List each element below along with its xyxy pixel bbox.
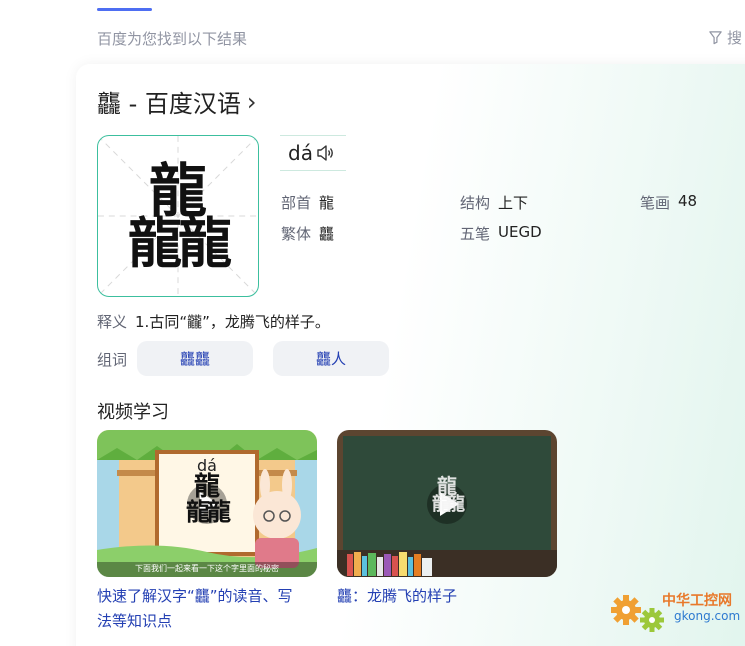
filter-icon [709, 31, 722, 45]
attr-strokes: 笔画 48 [640, 192, 697, 213]
big-character: 龍 龍龍 [98, 136, 258, 296]
attr-strokes-key: 笔画 [640, 194, 671, 212]
attr-wubi: 五笔 UEGD [460, 223, 542, 244]
video-title-2-line1: 龘：龙腾飞的样子 [337, 587, 458, 605]
word-chip[interactable]: 龘人 [273, 341, 389, 376]
attr-radical-value: 龍 [319, 194, 335, 212]
character-glyph-box: 龍 龍龍 [97, 135, 259, 297]
video-title-2[interactable]: 龘：龙腾飞的样子 [337, 584, 552, 609]
attr-structure-value: 上下 [498, 194, 529, 212]
thumb-caption: 下面我们一起来看一下这个字里面的秘密 [135, 564, 279, 573]
watermark-domain: gkong.com [674, 609, 741, 623]
attr-structure: 结构 上下 [460, 192, 528, 213]
pinyin-text: dá [288, 141, 313, 165]
thumb-character: 龍 龍龍 [175, 474, 239, 524]
watermark-logo: 中华工控网 gkong.com [604, 584, 744, 640]
video-thumbnail-1[interactable]: dá 龍 龍龍 下面我们一起来看一下这个字里面的秘密 [97, 430, 317, 577]
meaning-row: 释义 1.古同“龖”，龙腾飞的样子。 [97, 311, 330, 332]
thumb2-character-bottom: 龍龍 [432, 494, 465, 515]
thumb-character-bottom: 龍龍 [186, 497, 231, 526]
word-chip[interactable]: 龘龘 [137, 341, 253, 376]
attr-traditional: 繁体 龘 [281, 223, 334, 244]
video-title-1-line1: 快速了解汉字“龘”的读音、写 [97, 587, 293, 605]
attr-strokes-value: 48 [678, 192, 698, 210]
result-hint: 百度为您找到以下结果 [97, 30, 248, 48]
video-title-1-line2: 法等知识点 [97, 612, 173, 630]
thumb2-character-top: 龍 [437, 474, 457, 498]
attr-wubi-key: 五笔 [460, 225, 491, 243]
video-title-1[interactable]: 快速了解汉字“龘”的读音、写 法等知识点 [97, 584, 312, 634]
search-tools-button[interactable]: 搜 [708, 27, 742, 48]
attr-wubi-value: UEGD [498, 223, 542, 241]
attr-traditional-key: 繁体 [281, 225, 312, 243]
video-thumbnail-2[interactable]: 龍 龍龍 [337, 430, 557, 577]
attr-structure-key: 结构 [460, 194, 491, 212]
meaning-value: 1.古同“龖”，龙腾飞的样子。 [135, 313, 330, 331]
attr-traditional-value: 龘 [319, 225, 335, 243]
attr-radical-key: 部首 [281, 194, 312, 212]
watermark-name: 中华工控网 [662, 593, 732, 609]
meaning-key: 释义 [97, 313, 128, 331]
speaker-icon[interactable] [315, 143, 335, 163]
search-tools-label: 搜 [727, 29, 743, 47]
card-title: 龘 - 百度汉语 [97, 90, 241, 118]
thumb2-character: 龍 龍龍 [422, 476, 472, 514]
video-section-title: 视频学习 [97, 402, 169, 423]
card-title-link[interactable]: 龘 - 百度汉语 › [97, 84, 257, 119]
chevron-right-icon: › [246, 87, 257, 116]
big-character-bottom: 龍龍 [128, 211, 232, 275]
attr-radical: 部首 龍 [281, 192, 334, 213]
active-tab-indicator [97, 8, 152, 11]
pronunciation[interactable]: dá [280, 135, 346, 171]
words-label: 组词 [97, 351, 128, 369]
